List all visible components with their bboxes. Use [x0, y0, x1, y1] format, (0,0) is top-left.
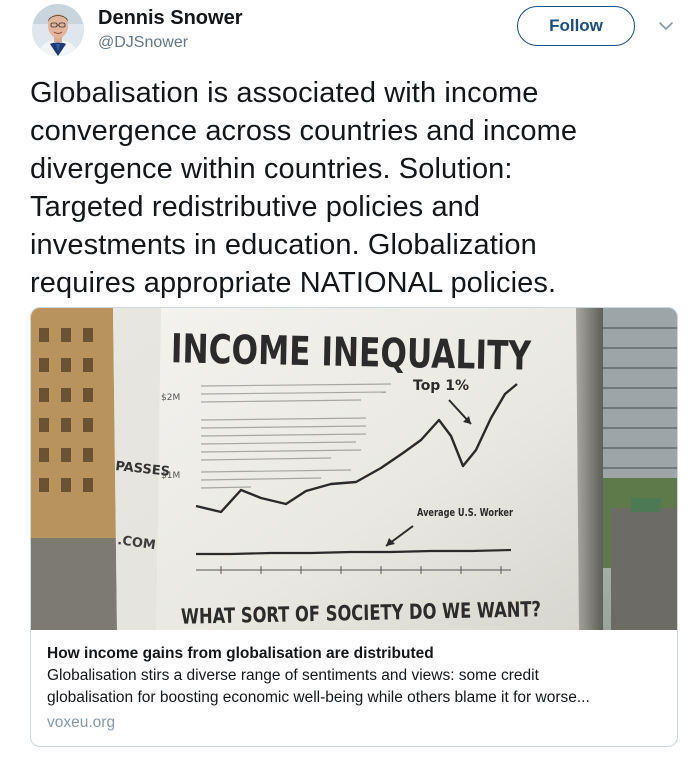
tweet-text-line: divergence within countries. Solution: [30, 153, 513, 185]
card-description-line: globalisation for boosting economic well… [47, 689, 590, 706]
avatar[interactable] [32, 4, 84, 56]
tweet-header: Dennis Snower @DJSnower Follow [30, 0, 690, 70]
card-description-line: Globalisation stirs a diverse range of s… [47, 667, 539, 684]
poster-avg-label: Average U.S. Worker [417, 506, 513, 519]
poster-top-label: Top 1% [413, 378, 469, 394]
card-text[interactable]: How income gains from globalisation are … [47, 644, 667, 733]
card-image[interactable]: INCOME INEQUALITY $2M $1M Top 1% Average… [31, 308, 677, 630]
tweet-text-line: investments in education. Globalization [30, 229, 537, 261]
tweet-text-line: Targeted redistributive policies and [30, 191, 481, 223]
card-title[interactable]: How income gains from globalisation are … [47, 644, 667, 664]
card-description: Globalisation stirs a diverse range of s… [47, 665, 667, 709]
card-domain[interactable]: voxeu.org [47, 713, 667, 733]
tweet-text: Globalisation is associated with income … [30, 74, 670, 302]
poster-headline: INCOME INEQUALITY [170, 326, 532, 380]
tweet-text-line: convergence across countries and income [30, 115, 578, 147]
follow-button[interactable]: Follow [517, 6, 635, 46]
author-name[interactable]: Dennis Snower [98, 7, 242, 30]
svg-text:$2M: $2M [161, 393, 180, 403]
chevron-down-icon[interactable] [658, 20, 674, 32]
tweet-text-line: Globalisation is associated with income [30, 77, 539, 109]
link-card[interactable]: INCOME INEQUALITY $2M $1M Top 1% Average… [30, 307, 678, 747]
tweet-text-line: requires appropriate NATIONAL policies. [30, 267, 557, 299]
author-handle[interactable]: @DJSnower [98, 34, 188, 52]
